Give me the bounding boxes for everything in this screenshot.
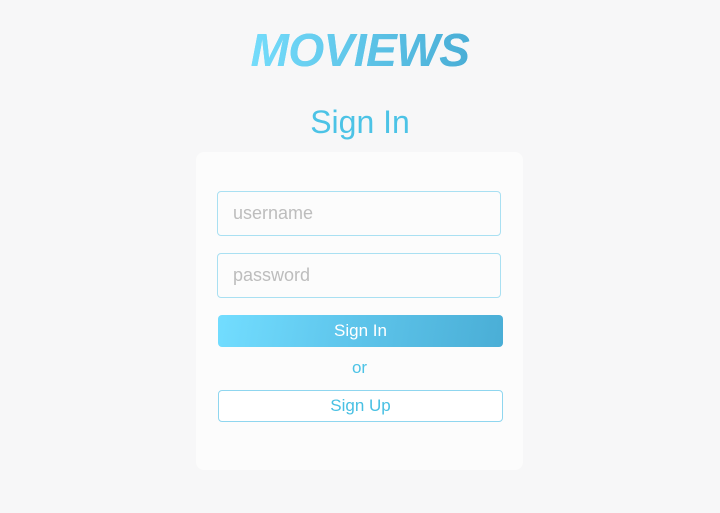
app-logo-text: MOVIEWS <box>250 24 470 76</box>
sign-in-button[interactable]: Sign In <box>218 315 503 347</box>
page-title: Sign In <box>310 104 410 140</box>
sign-up-button[interactable]: Sign Up <box>218 390 503 422</box>
password-input[interactable] <box>217 253 501 298</box>
app-logo: MOVIEWS <box>0 24 720 76</box>
or-divider-label: or <box>351 358 368 377</box>
username-input[interactable] <box>217 191 501 236</box>
sign-in-card: Sign In or Sign Up <box>196 152 523 470</box>
